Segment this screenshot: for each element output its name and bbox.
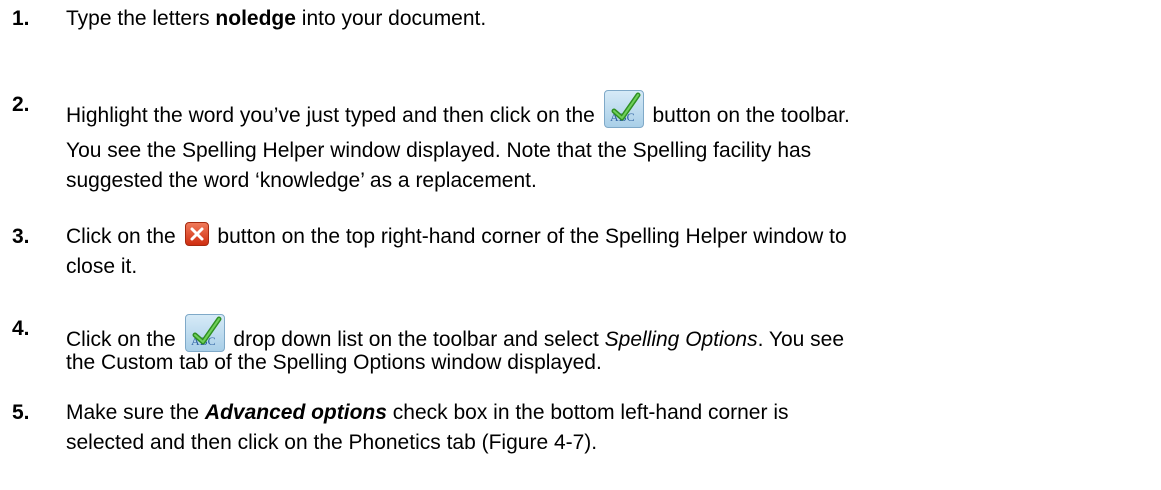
step-number: 5. bbox=[12, 401, 30, 424]
step-text: Type the letters noledge into your docum… bbox=[66, 4, 1151, 34]
step-note-line: You see the Spelling Helper window displ… bbox=[66, 139, 812, 162]
step-number: 1. bbox=[12, 7, 30, 30]
step-text: Make sure the Advanced options check box… bbox=[66, 398, 1151, 428]
step-text-line2: the Custom tab of the Spelling Options w… bbox=[66, 351, 602, 374]
step-number: 3. bbox=[12, 225, 30, 248]
step-number: 2. bbox=[12, 93, 30, 116]
step-text-part: button on the toolbar. bbox=[646, 104, 850, 127]
step-text-line2: selected and then click on the Phonetics… bbox=[66, 431, 598, 454]
step-text-line2: close it. bbox=[66, 255, 138, 278]
checkbox-name: Advanced options bbox=[204, 401, 387, 424]
step-note-line: suggested the word ‘knowledge’ as a repl… bbox=[66, 169, 537, 192]
close-icon bbox=[184, 222, 209, 246]
bold-term: noledge bbox=[215, 7, 296, 30]
step-text-part: Click on the bbox=[66, 225, 182, 248]
step-text: Click on the button on the top right-han… bbox=[66, 222, 1151, 252]
step-text-part: Type the letters bbox=[66, 7, 216, 30]
abc-spellcheck-icon: ABC bbox=[184, 314, 225, 352]
step-text: Highlight the word you’ve just typed and… bbox=[66, 90, 1151, 131]
step-text-part: Highlight the word you’ve just typed and… bbox=[66, 104, 601, 127]
step-text-part: into your document. bbox=[295, 7, 487, 30]
step-text-part: button on the top right-hand corner of t… bbox=[211, 225, 847, 248]
step-number: 4. bbox=[12, 317, 30, 340]
step-text-part: check box in the bottom left-hand corner… bbox=[386, 401, 789, 424]
abc-spellcheck-icon: ABC bbox=[603, 90, 644, 128]
step-text-part: Make sure the bbox=[66, 401, 205, 424]
